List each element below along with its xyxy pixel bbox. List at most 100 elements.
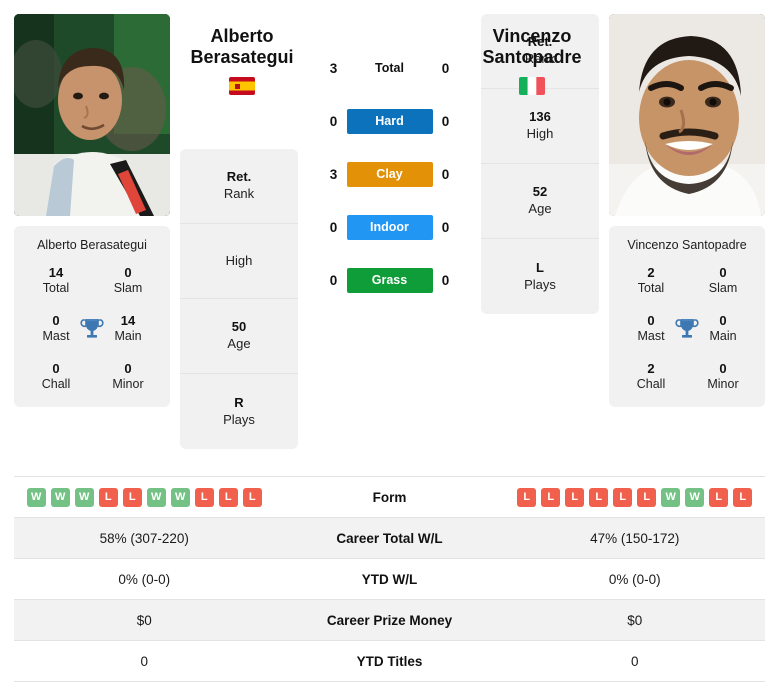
left-info-plays-value: R bbox=[234, 394, 244, 410]
left-titles-card: Alberto Berasategui 14 Total 0 Slam 0 Ma… bbox=[14, 226, 170, 407]
right-form-badges: LLLLLLWWLL bbox=[505, 487, 766, 507]
h2h-surface-badge-clay[interactable]: Clay bbox=[346, 162, 433, 187]
left-titles-total: 14 Total bbox=[20, 265, 92, 297]
left-info-plays: R Plays bbox=[180, 374, 298, 449]
comparison-row-label: Career Prize Money bbox=[326, 612, 453, 628]
h2h-right-score: 0 bbox=[441, 61, 450, 76]
comparison-table: W W W L L W W L L L Form L L L L L L W W L L 58% (307-220) Car… bbox=[14, 476, 765, 682]
h2h-right-score: 0 bbox=[441, 167, 450, 182]
h2h-surface-badge-total: Total bbox=[375, 61, 404, 75]
form-badge-loss[interactable]: L bbox=[242, 487, 262, 507]
comparison-right-value: 47% (150-172) bbox=[590, 530, 680, 546]
right-player-first-name: Vincenzo bbox=[492, 26, 572, 46]
h2h-left-score: 0 bbox=[329, 114, 338, 129]
left-player-full-name: Alberto Berasategui bbox=[37, 238, 147, 252]
comparison-row: $0 Career Prize Money $0 bbox=[14, 600, 765, 641]
left-titles-minor: 0 Minor bbox=[92, 361, 164, 393]
form-badge-win[interactable]: W bbox=[74, 487, 94, 507]
left-info-high-label: High bbox=[225, 252, 253, 268]
right-titles-slam-value: 0 bbox=[719, 265, 727, 280]
spain-flag-icon bbox=[229, 77, 255, 96]
left-form-badges: WWWLLWWLLL bbox=[14, 487, 275, 507]
left-titles-minor-value: 0 bbox=[124, 360, 132, 376]
h2h-row-grass: 0 Grass 0 bbox=[314, 268, 466, 293]
right-titles-minor-value: 0 bbox=[719, 360, 727, 376]
form-badge-loss[interactable]: L bbox=[733, 487, 753, 507]
right-titles-chall: 2 Chall bbox=[615, 361, 687, 393]
comparison-left-value: WWWLLWWLLL bbox=[14, 487, 275, 507]
comparison-right-value: 0 bbox=[630, 653, 639, 669]
right-info-plays: L Plays bbox=[481, 239, 599, 314]
comparison-left-value: 0 bbox=[140, 653, 148, 669]
left-titles-total-label: Total bbox=[42, 281, 70, 296]
h2h-row-indoor: 0 Indoor 0 bbox=[314, 215, 466, 240]
form-badge-loss[interactable]: L bbox=[709, 487, 729, 507]
left-info-age: 50 Age bbox=[180, 299, 298, 374]
left-player-first-name: Alberto bbox=[210, 26, 274, 46]
form-badge-loss[interactable]: L bbox=[565, 487, 585, 507]
left-titles-grid: 14 Total 0 Slam 0 Mast 14 Main 0 Chall 0… bbox=[20, 265, 164, 393]
right-player-column: Vincenzo Santopadre 2 Total 0 Slam 0 Mas… bbox=[609, 14, 765, 407]
right-player-name-block: Vincenzo Santopadre bbox=[468, 26, 596, 96]
form-badge-loss[interactable]: L bbox=[98, 487, 118, 507]
form-badge-win[interactable]: W bbox=[146, 487, 166, 507]
left-titles-chall: 0 Chall bbox=[20, 361, 92, 393]
form-badge-loss[interactable]: L bbox=[218, 487, 238, 507]
right-titles-total: 2 Total bbox=[615, 265, 687, 297]
h2h-right-score: 0 bbox=[441, 220, 450, 235]
h2h-surface-badge-hard[interactable]: Hard bbox=[346, 109, 433, 134]
player-photo-berasategui[interactable] bbox=[14, 14, 170, 216]
h2h-left-score: 3 bbox=[329, 61, 338, 76]
form-badge-loss[interactable]: L bbox=[517, 487, 537, 507]
comparison-left-value: 58% (307-220) bbox=[99, 530, 189, 546]
left-info-rank-label: Rank bbox=[223, 186, 255, 201]
form-badge-loss[interactable]: L bbox=[541, 487, 561, 507]
form-badge-win[interactable]: W bbox=[661, 487, 681, 507]
left-info-column: Ret. Rank High 50 Age R Plays bbox=[180, 149, 298, 449]
right-titles-minor-label: Minor bbox=[707, 377, 739, 391]
italy-flag-icon bbox=[519, 77, 545, 96]
left-info-plays-label: Plays bbox=[223, 411, 255, 427]
right-info-plays-label: Plays bbox=[524, 276, 556, 292]
form-badge-loss[interactable]: L bbox=[122, 487, 142, 507]
right-info-high-value: 136 bbox=[529, 109, 551, 125]
h2h-surface-badge-grass[interactable]: Grass bbox=[346, 268, 433, 293]
form-badge-win[interactable]: W bbox=[685, 487, 705, 507]
right-titles-total-label: Total bbox=[637, 281, 665, 296]
left-info-age-label: Age bbox=[227, 336, 251, 351]
left-titles-chall-label: Chall bbox=[41, 377, 71, 391]
left-player-name-block: Alberto Berasategui bbox=[178, 26, 306, 96]
form-badge-loss[interactable]: L bbox=[194, 487, 214, 507]
comparison-row-label: Form bbox=[372, 489, 407, 505]
form-badge-win[interactable]: W bbox=[170, 487, 190, 507]
left-info-rank: Ret. Rank bbox=[180, 149, 298, 224]
comparison-right-value: 0% (0-0) bbox=[608, 571, 661, 587]
form-badge-win[interactable]: W bbox=[26, 487, 46, 507]
h2h-right-score: 0 bbox=[441, 114, 450, 129]
trophy-icon bbox=[78, 315, 106, 343]
left-titles-minor-label: Minor bbox=[112, 377, 144, 391]
h2h-left-score: 3 bbox=[329, 167, 338, 182]
comparison-row-label: Career Total W/L bbox=[336, 530, 443, 546]
form-badge-loss[interactable]: L bbox=[613, 487, 633, 507]
form-badge-loss[interactable]: L bbox=[637, 487, 657, 507]
h2h-row-clay: 3 Clay 0 bbox=[314, 162, 466, 187]
comparison-row: W W W L L W W L L L Form L L L L L L W W L L bbox=[14, 477, 765, 518]
right-titles-slam: 0 Slam bbox=[687, 265, 759, 297]
right-player-full-name: Vincenzo Santopadre bbox=[627, 238, 747, 252]
h2h-row-hard: 0 Hard 0 bbox=[314, 109, 466, 134]
comparison-left-value: 0% (0-0) bbox=[118, 571, 171, 587]
h2h-surface-badge-indoor[interactable]: Indoor bbox=[346, 215, 433, 240]
right-info-high: 136 High bbox=[481, 89, 599, 164]
player-photo-santopadre[interactable] bbox=[609, 14, 765, 216]
form-badge-win[interactable]: W bbox=[50, 487, 70, 507]
left-titles-chall-value: 0 bbox=[52, 360, 60, 376]
h2h-row-total: 3 Total 0 bbox=[314, 56, 466, 81]
right-info-age-label: Age bbox=[528, 201, 552, 216]
left-player-last-name: Berasategui bbox=[190, 47, 294, 68]
left-titles-slam: 0 Slam bbox=[92, 265, 164, 297]
comparison-row: 0% (0-0) YTD W/L 0% (0-0) bbox=[14, 559, 765, 600]
right-titles-total-value: 2 bbox=[647, 265, 655, 280]
player-comparison-page: Alberto Berasategui 14 Total 0 Slam 0 Ma… bbox=[0, 0, 779, 699]
form-badge-loss[interactable]: L bbox=[589, 487, 609, 507]
